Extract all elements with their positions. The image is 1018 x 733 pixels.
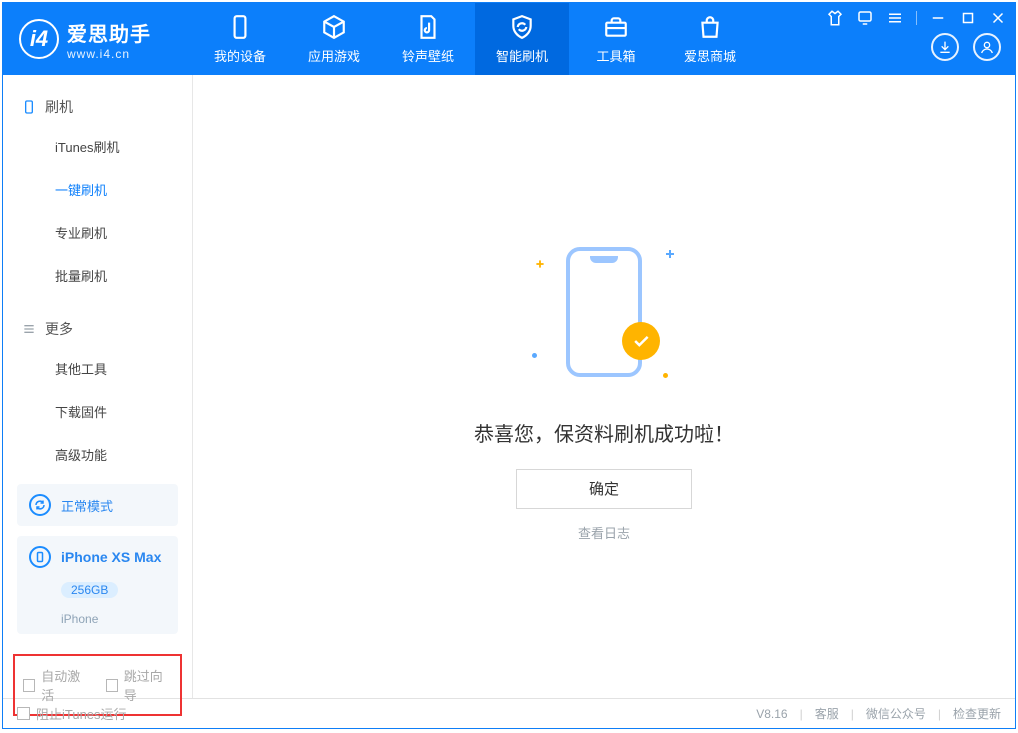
confirm-button-label: 确定: [589, 478, 619, 499]
checkbox-label: 阻止iTunes运行: [36, 704, 127, 723]
body: 刷机 iTunes刷机 一键刷机 专业刷机 批量刷机 更多 其他工具 下载固件 …: [3, 75, 1015, 698]
nav-heading-label: 更多: [45, 319, 73, 339]
shopping-bag-icon: [697, 14, 723, 40]
device-cards: 正常模式 iPhone XS Max 256GB iPhone: [3, 476, 192, 648]
nav-heading-more: 更多: [3, 311, 192, 347]
refresh-icon: [29, 494, 51, 516]
view-log-link[interactable]: 查看日志: [578, 523, 630, 542]
feedback-icon[interactable]: [856, 9, 874, 27]
checkbox-auto-activate[interactable]: 自动激活: [23, 666, 90, 704]
brand-text: 爱思助手 www.i4.cn: [67, 18, 151, 61]
spark-icon: [536, 260, 543, 267]
checkbox-label: 跳过向导: [124, 666, 172, 704]
separator: |: [851, 707, 854, 721]
dot-icon: [532, 353, 537, 358]
phone-outline-icon: [29, 546, 51, 568]
device-type: iPhone: [61, 612, 166, 626]
tab-label: 铃声壁纸: [402, 46, 454, 65]
top-tabs: 我的设备 应用游戏 铃声壁纸 智能刷机: [193, 3, 757, 75]
nav-heading-label: 刷机: [45, 97, 73, 117]
sidebar-item-other-tools[interactable]: 其他工具: [3, 347, 192, 390]
separator: |: [800, 707, 803, 721]
checkbox-skip-guide[interactable]: 跳过向导: [106, 666, 173, 704]
checkbox-box-icon: [17, 707, 30, 720]
sidebar-item-itunes-flash[interactable]: iTunes刷机: [3, 125, 192, 168]
spark-icon: [666, 250, 674, 258]
phone-icon: [227, 14, 253, 40]
tab-label: 工具箱: [596, 46, 635, 65]
cube-icon: [321, 14, 347, 40]
titlebar: i4 爱思助手 www.i4.cn 我的设备 应用游戏: [3, 3, 1015, 75]
tab-smart-flash[interactable]: 智能刷机: [475, 3, 569, 75]
nav-section-flash: 刷机 iTunes刷机 一键刷机 专业刷机 批量刷机: [3, 75, 192, 297]
customer-service-link[interactable]: 客服: [815, 705, 839, 722]
sidebar: 刷机 iTunes刷机 一键刷机 专业刷机 批量刷机 更多 其他工具 下载固件 …: [3, 75, 193, 698]
tab-label: 爱思商城: [684, 46, 736, 65]
check-update-link[interactable]: 检查更新: [953, 705, 1001, 722]
sidebar-item-pro-flash[interactable]: 专业刷机: [3, 211, 192, 254]
confirm-button[interactable]: 确定: [516, 469, 692, 509]
tab-my-device[interactable]: 我的设备: [193, 3, 287, 75]
device-storage-badge: 256GB: [61, 582, 118, 598]
close-button[interactable]: [989, 9, 1007, 27]
list-icon: [21, 321, 37, 337]
menu-icon[interactable]: [886, 9, 904, 27]
brand-logo-icon: i4: [19, 19, 59, 59]
nav-section-more: 更多 其他工具 下载固件 高级功能: [3, 297, 192, 476]
sidebar-item-onekey-flash[interactable]: 一键刷机: [3, 168, 192, 211]
version-label: V8.16: [756, 707, 787, 721]
tab-label: 智能刷机: [496, 46, 548, 65]
device-card[interactable]: iPhone XS Max 256GB iPhone: [17, 536, 178, 634]
main-content: 恭喜您，保资料刷机成功啦！ 确定 查看日志: [193, 75, 1015, 698]
maximize-button[interactable]: [959, 9, 977, 27]
mode-label: 正常模式: [61, 496, 113, 515]
checkbox-label: 自动激活: [41, 666, 89, 704]
shield-refresh-icon: [509, 14, 535, 40]
tab-label: 应用游戏: [308, 46, 360, 65]
tab-apps-games[interactable]: 应用游戏: [287, 3, 381, 75]
brand: i4 爱思助手 www.i4.cn: [3, 18, 193, 61]
brand-subtitle: www.i4.cn: [67, 47, 151, 61]
toolbox-icon: [603, 14, 629, 40]
tab-label: 我的设备: [214, 46, 266, 65]
separator: |: [938, 707, 941, 721]
phone-small-icon: [21, 99, 37, 115]
brand-title: 爱思助手: [67, 18, 151, 47]
device-name: iPhone XS Max: [61, 549, 164, 565]
checkbox-box-icon: [106, 679, 118, 692]
checkbox-block-itunes[interactable]: 阻止iTunes运行: [17, 704, 127, 723]
header-right-icons: [931, 33, 1001, 61]
wechat-link[interactable]: 微信公众号: [866, 705, 926, 722]
nav-heading-flash: 刷机: [3, 89, 192, 125]
user-profile-icon[interactable]: [973, 33, 1001, 61]
sidebar-item-batch-flash[interactable]: 批量刷机: [3, 254, 192, 297]
sidebar-item-download-firmware[interactable]: 下载固件: [3, 390, 192, 433]
sidebar-item-advanced[interactable]: 高级功能: [3, 433, 192, 476]
tab-toolbox[interactable]: 工具箱: [569, 3, 663, 75]
shirt-icon[interactable]: [826, 9, 844, 27]
statusbar-right: V8.16 | 客服 | 微信公众号 | 检查更新: [756, 705, 1001, 722]
tab-store[interactable]: 爱思商城: [663, 3, 757, 75]
window-controls: [826, 9, 1007, 27]
separator: [916, 11, 917, 25]
mode-card[interactable]: 正常模式: [17, 484, 178, 526]
checkbox-box-icon: [23, 679, 35, 692]
success-illustration: [524, 232, 684, 392]
download-icon[interactable]: [931, 33, 959, 61]
minimize-button[interactable]: [929, 9, 947, 27]
success-title: 恭喜您，保资料刷机成功啦！: [474, 418, 734, 447]
dot-icon: [663, 373, 668, 378]
music-file-icon: [415, 14, 441, 40]
check-badge-icon: [622, 322, 660, 360]
tab-ringtones-wallpapers[interactable]: 铃声壁纸: [381, 3, 475, 75]
app-window: i4 爱思助手 www.i4.cn 我的设备 应用游戏: [2, 2, 1016, 729]
